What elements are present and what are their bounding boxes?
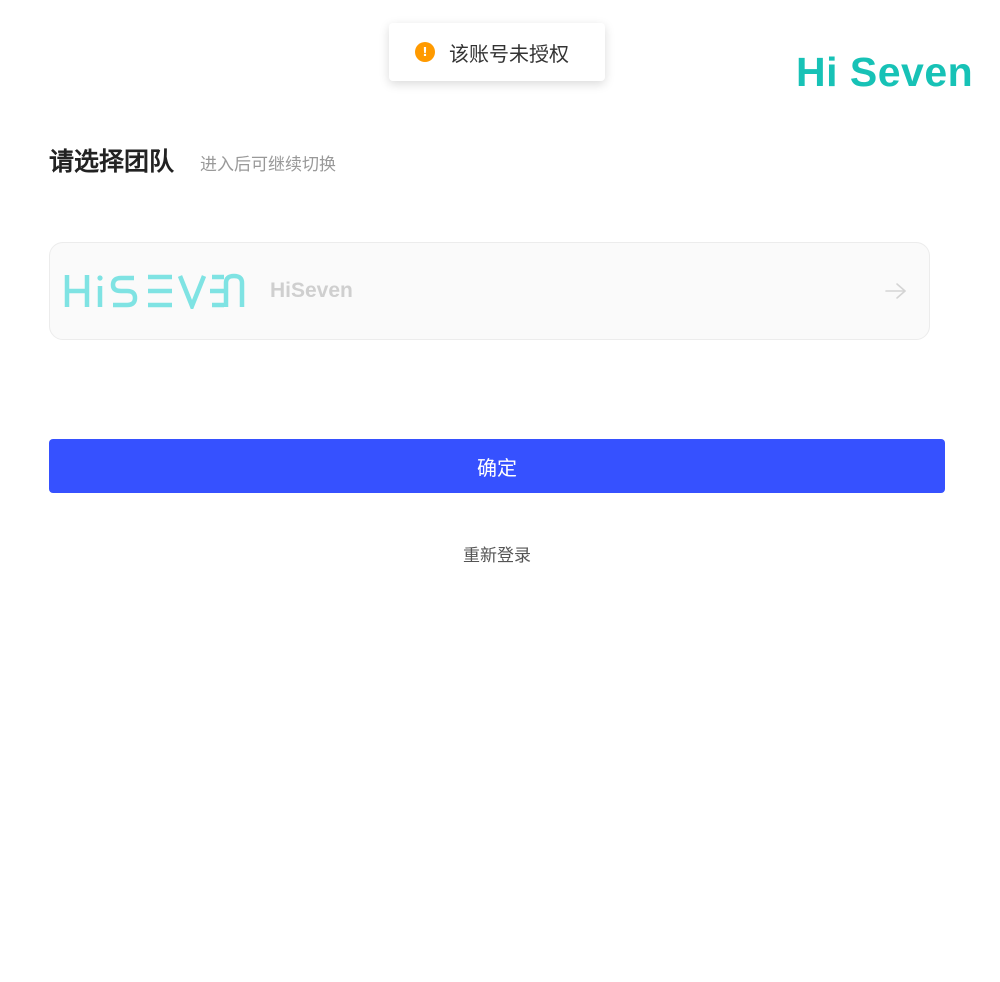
- confirm-button[interactable]: 确定: [49, 439, 945, 493]
- warning-circle-icon: !: [415, 42, 435, 62]
- team-name: HiSeven: [270, 279, 353, 302]
- page-title: 请选择团队: [49, 147, 175, 176]
- team-card-hiseven[interactable]: HiSeven: [49, 242, 930, 340]
- arrow-right-icon: [885, 283, 906, 299]
- hiseven-wordmark-logo: [64, 273, 245, 309]
- relogin-link[interactable]: 重新登录: [0, 541, 994, 566]
- brand-logo: Hi Seven: [796, 49, 974, 95]
- page-heading: 请选择团队 进入后可继续切换: [49, 142, 336, 178]
- page: ! 该账号未授权 Hi Seven 请选择团队 进入后可继续切换 HiSeven…: [0, 0, 1000, 982]
- page-subtitle: 进入后可继续切换: [200, 155, 337, 175]
- toast-message: 该账号未授权: [449, 41, 569, 66]
- unauthorized-toast: ! 该账号未授权: [389, 23, 605, 81]
